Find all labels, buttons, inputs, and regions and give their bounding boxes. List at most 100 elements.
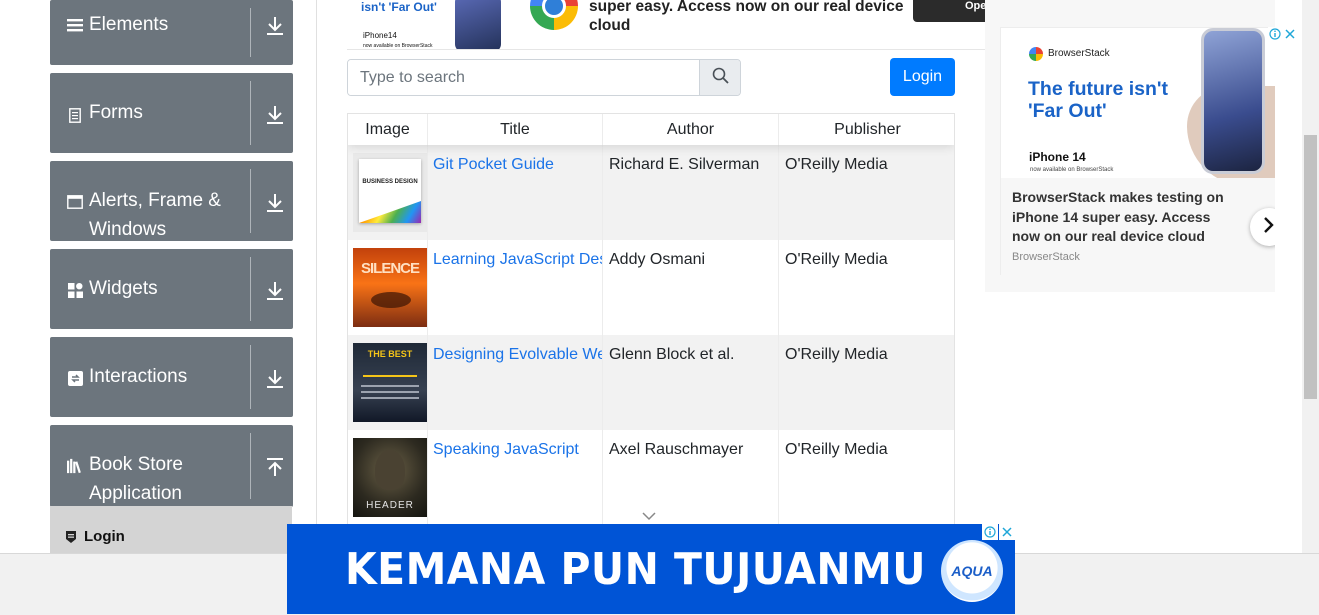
- ad-headline: isn't 'Far Out': [361, 0, 437, 14]
- title-cell: Speaking JavaScript: [428, 430, 603, 525]
- divider: [250, 8, 251, 57]
- ad-device: iPhone14 now available on BrowserStack: [363, 31, 433, 49]
- divider: [250, 257, 251, 321]
- phone-image: [1201, 28, 1265, 174]
- nav-item-label: Login: [84, 528, 125, 545]
- column-header-title[interactable]: Title: [428, 114, 603, 145]
- author-cell: Glenn Block et al.: [603, 335, 779, 430]
- ad-text: super easy. Access now on our real devic…: [589, 0, 904, 34]
- search-button[interactable]: [699, 60, 740, 95]
- scrollbar-thumb[interactable]: [1304, 135, 1317, 399]
- nav-item-login[interactable]: Login: [50, 506, 292, 554]
- book-title-link[interactable]: Git Pocket Guide: [433, 156, 554, 173]
- download-arrow-icon[interactable]: [265, 103, 285, 127]
- table-header: Image Title Author Publisher: [348, 114, 954, 145]
- divider: [250, 81, 251, 145]
- table-row: SILENCE Learning JavaScript Desi Addy Os…: [348, 240, 954, 335]
- phone-image: [455, 0, 501, 49]
- nav-group-interactions[interactable]: Interactions: [50, 337, 293, 417]
- image-cell: HEADER: [348, 430, 428, 525]
- ad-device-note: now available on BrowserStack: [1030, 167, 1114, 173]
- ad-card[interactable]: BrowserStack The future isn't 'Far Out' …: [1000, 27, 1275, 276]
- book-cover-image: SILENCE: [353, 248, 427, 327]
- title-cell: Learning JavaScript Desi: [428, 240, 603, 335]
- publisher-cell: O'Reilly Media: [785, 251, 888, 268]
- publisher-cell: O'Reilly Media: [785, 441, 888, 458]
- search-icon: [712, 67, 729, 89]
- chevron-down-icon[interactable]: [641, 508, 657, 526]
- form-icon: [67, 107, 83, 123]
- ad-close-icon[interactable]: [999, 524, 1015, 540]
- nav-group-label: Book Store Application: [89, 454, 183, 504]
- ad-info-icon[interactable]: [982, 524, 998, 540]
- book-title-link[interactable]: Speaking JavaScript: [433, 441, 579, 458]
- interactions-icon: [67, 370, 83, 386]
- nav-group-label: Widgets: [89, 278, 158, 299]
- ad-device: iPhone 14: [1029, 150, 1086, 164]
- ad-choices: [1268, 27, 1297, 41]
- ad-headline: The future isn't 'Far Out': [1028, 78, 1169, 122]
- title-cell: Designing Evolvable We: [428, 335, 603, 430]
- books-table: Image Title Author Publisher BUSINESS DE…: [347, 113, 955, 543]
- search-box: [347, 59, 741, 96]
- chevron-right-icon: [1263, 216, 1275, 239]
- column-header-publisher[interactable]: Publisher: [779, 114, 954, 145]
- download-arrow-icon[interactable]: [265, 14, 285, 38]
- nav-group-elements[interactable]: Elements: [50, 0, 293, 65]
- book-cover-image: THE BEST: [353, 343, 427, 422]
- ad-banner-text: KEMANA PUN TUJUANMU: [345, 544, 926, 595]
- ad-open-button[interactable]: Ope: [913, 0, 987, 22]
- ad-info-icon[interactable]: [1268, 27, 1282, 41]
- window-icon: [67, 194, 83, 210]
- title-cell: Git Pocket Guide: [428, 145, 603, 240]
- aqua-logo: AQUA: [941, 540, 1003, 602]
- ad-brand: BrowserStack: [1048, 48, 1110, 59]
- ad-body-text: BrowserStack makes testing on iPhone 14 …: [1012, 189, 1224, 244]
- divider: [250, 169, 251, 233]
- nav-group-label: Interactions: [89, 366, 188, 387]
- download-arrow-icon[interactable]: [265, 367, 285, 391]
- nav-group-alerts-frame-windows[interactable]: Alerts, Frame & Windows: [50, 161, 293, 241]
- column-header-image[interactable]: Image: [348, 114, 428, 145]
- book-title-link[interactable]: Designing Evolvable We: [433, 346, 602, 363]
- ad-choices: [982, 524, 1015, 540]
- document-icon: [65, 530, 77, 543]
- author-cell: Richard E. Silverman: [603, 145, 779, 240]
- image-cell: BUSINESS DESIGN: [348, 145, 428, 240]
- browserstack-logo-icon: [530, 0, 578, 30]
- publisher-cell: O'Reilly Media: [785, 346, 888, 363]
- nav-group-label: Elements: [89, 14, 169, 35]
- author-cell: Addy Osmani: [603, 240, 779, 335]
- divider: [250, 345, 251, 409]
- book-cover-image: HEADER: [353, 438, 427, 517]
- nav-group-forms[interactable]: Forms: [50, 73, 293, 153]
- nav-group-book-store-application[interactable]: Book Store Application: [50, 425, 293, 507]
- table-row: BUSINESS DESIGN Git Pocket Guide Richard…: [348, 145, 954, 240]
- search-input[interactable]: [348, 60, 701, 95]
- bottom-banner-ad[interactable]: KEMANA PUN TUJUANMU AQUA: [287, 524, 1015, 614]
- nav-group-widgets[interactable]: Widgets: [50, 249, 293, 329]
- divider: [250, 433, 251, 499]
- widgets-icon: [67, 282, 83, 298]
- column-header-author[interactable]: Author: [603, 114, 779, 145]
- ad-source: BrowserStack: [1012, 251, 1080, 263]
- book-cover-image: BUSINESS DESIGN: [353, 153, 427, 232]
- download-arrow-icon[interactable]: [265, 279, 285, 303]
- ad-close-icon[interactable]: [1283, 27, 1297, 41]
- top-banner-ad[interactable]: isn't 'Far Out' iPhone14 now available on…: [347, 0, 987, 50]
- browserstack-logo-icon: [1029, 47, 1043, 61]
- login-button[interactable]: Login: [890, 58, 955, 96]
- download-arrow-icon[interactable]: [265, 191, 285, 215]
- nav-group-label: Forms: [89, 102, 143, 123]
- menu-icon: [67, 17, 83, 33]
- publisher-cell: O'Reilly Media: [785, 156, 888, 173]
- book-title-link[interactable]: Learning JavaScript Desi: [433, 251, 602, 268]
- side-ad[interactable]: BrowserStack The future isn't 'Far Out' …: [985, 0, 1275, 292]
- upload-arrow-icon[interactable]: [265, 455, 285, 479]
- table-row: THE BEST Designing Evolvable We Glenn Bl…: [348, 335, 954, 430]
- nav-group-label: Alerts, Frame & Windows: [89, 190, 221, 240]
- image-cell: THE BEST: [348, 335, 428, 430]
- left-navigation: Elements Forms Alerts, Frame & Windows W…: [0, 0, 317, 554]
- books-icon: [67, 458, 83, 474]
- image-cell: SILENCE: [348, 240, 428, 335]
